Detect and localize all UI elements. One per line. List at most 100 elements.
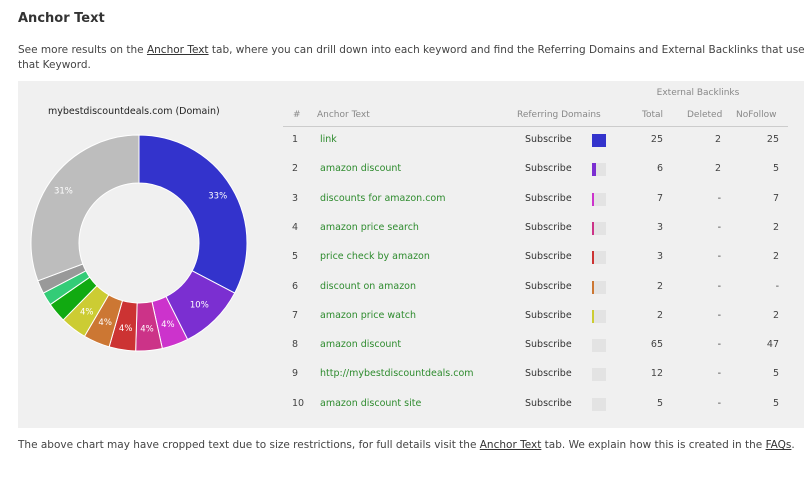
col-header-num: # [293,110,301,120]
deleted-value: - [717,310,721,321]
anchor-text-link[interactable]: price check by amazon [320,251,430,262]
nofollow-value: 7 [772,193,779,204]
referring-domains-bar [592,368,606,381]
nofollow-value: 47 [766,339,779,350]
footer-text: The above chart may have cropped text du… [18,439,795,451]
faqs-link[interactable]: FAQs [766,439,792,451]
subscribe-link[interactable]: Subscribe [525,281,572,292]
referring-domains-bar-fill [592,193,594,206]
donut-slice-label: 4% [80,307,94,317]
referring-domains-bar-fill [592,281,594,294]
row-number: 3 [292,193,299,204]
referring-domains-bar [592,398,606,411]
anchor-text-link[interactable]: amazon price watch [320,310,416,321]
total-value: 3 [656,251,663,262]
anchor-text-link[interactable]: amazon discount [320,163,401,174]
nofollow-value: 2 [772,251,779,262]
referring-domains-bar-fill [592,251,594,264]
deleted-value: - [717,368,721,379]
referring-domains-bar [592,193,606,206]
chart-title: mybestdiscountdeals.com (Domain) [48,106,220,117]
donut-slice [30,134,140,282]
nofollow-value: 2 [772,310,779,321]
deleted-value: 2 [714,134,721,145]
referring-domains-bar [592,251,606,264]
subscribe-link[interactable]: Subscribe [525,193,572,204]
external-backlinks-group-header: External Backlinks [656,88,740,98]
total-value: 5 [656,398,663,409]
anchor-text-link[interactable]: link [320,134,337,145]
referring-domains-bar [592,163,606,176]
anchor-text-tab-link[interactable]: Anchor Text [147,44,209,56]
donut-slice-label: 31% [54,187,73,197]
nofollow-value: 2 [772,222,779,233]
row-number: 5 [292,251,299,262]
nofollow-value: 5 [772,163,779,174]
referring-domains-bar-fill [592,134,606,147]
intro-text: See more results on the Anchor Text tab,… [18,44,805,71]
referring-domains-bar [592,281,606,294]
anchor-text-link[interactable]: amazon price search [320,222,419,233]
col-header-anchor-text: Anchor Text [317,110,370,120]
donut-slice [138,134,248,294]
referring-domains-bar-fill [592,163,597,176]
subscribe-link[interactable]: Subscribe [525,368,572,379]
anchor-text-donut-chart: 33% 10% 4% 4% 4% 4% 4% 31% [30,134,248,352]
total-value: 65 [650,339,663,350]
row-number: 7 [292,310,299,321]
anchor-text-link[interactable]: amazon discount [320,339,401,350]
donut-slice-label: 4% [140,325,154,335]
donut-slice-label: 4% [161,320,175,330]
col-header-deleted: Deleted [687,110,723,120]
subscribe-link[interactable]: Subscribe [525,398,572,409]
col-header-total: Total [642,110,664,120]
row-number: 10 [292,398,305,409]
total-value: 25 [650,134,663,145]
total-value: 6 [656,163,663,174]
subscribe-link[interactable]: Subscribe [525,251,572,262]
referring-domains-bar-fill [592,310,594,323]
referring-domains-bar [592,222,606,235]
subscribe-link[interactable]: Subscribe [525,310,572,321]
nofollow-value: - [775,281,779,292]
subscribe-link[interactable]: Subscribe [525,339,572,350]
total-value: 2 [656,281,663,292]
row-number: 2 [292,163,299,174]
col-header-referring-domains: Referring Domains [517,110,601,120]
deleted-value: - [717,339,721,350]
anchor-text-link[interactable]: http://mybestdiscountdeals.com [320,368,474,379]
referring-domains-bar [592,310,606,323]
anchor-text-link[interactable]: discount on amazon [320,281,416,292]
donut-slice-label: 4% [119,324,133,334]
anchor-text-link[interactable]: amazon discount site [320,398,421,409]
subscribe-link[interactable]: Subscribe [525,222,572,233]
total-value: 2 [656,310,663,321]
subscribe-link[interactable]: Subscribe [525,163,572,174]
anchor-text-tab-link-footer[interactable]: Anchor Text [480,439,542,451]
deleted-value: - [717,222,721,233]
referring-domains-bar [592,339,606,352]
nofollow-value: 5 [772,398,779,409]
anchor-text-link[interactable]: discounts for amazon.com [320,193,446,204]
row-number: 6 [292,281,299,292]
deleted-value: - [717,281,721,292]
donut-slice-label: 4% [98,318,112,328]
donut-slice-label: 33% [208,191,227,201]
referring-domains-bar [592,134,606,147]
donut-slice-label: 10% [190,300,209,310]
row-number: 1 [292,134,299,145]
nofollow-value: 25 [766,134,779,145]
deleted-value: - [717,398,721,409]
col-header-nofollow: NoFollow [736,110,777,120]
header-divider [283,126,788,127]
total-value: 12 [650,368,663,379]
deleted-value: - [717,193,721,204]
total-value: 7 [656,193,663,204]
deleted-value: - [717,251,721,262]
section-title: Anchor Text [18,11,105,26]
subscribe-link[interactable]: Subscribe [525,134,572,145]
nofollow-value: 5 [772,368,779,379]
row-number: 9 [292,368,299,379]
deleted-value: 2 [714,163,721,174]
referring-domains-bar-fill [592,222,594,235]
